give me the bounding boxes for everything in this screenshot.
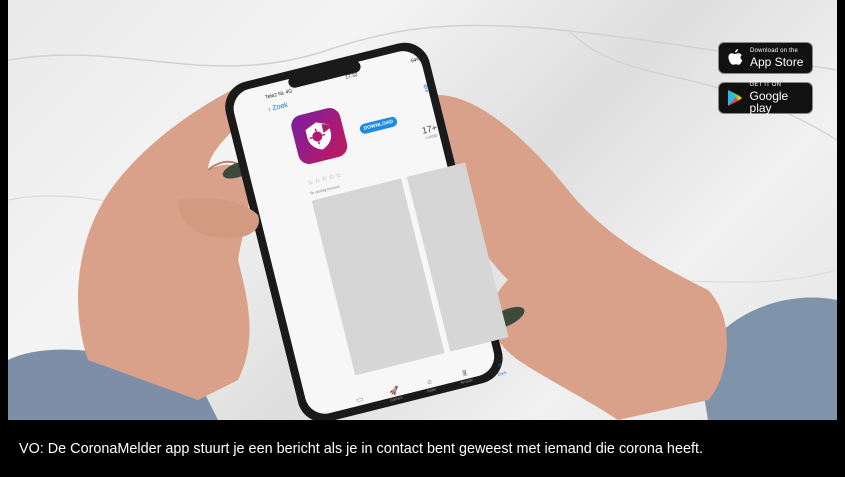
apple-icon bbox=[725, 47, 745, 69]
google-play-small-text: GET IT ON bbox=[749, 82, 782, 88]
coronamelder-app-icon[interactable] bbox=[288, 105, 350, 167]
tab-arcade[interactable]: ♜ Arcade bbox=[457, 367, 474, 386]
app-store-badge[interactable]: Download on the App Store bbox=[718, 42, 813, 74]
video-frame: Tele2 NL 4G 17:32 54% ‹ Zoek DOWNLOAD ⇪ … bbox=[0, 0, 845, 477]
store-badges: Download on the App Store GET IT ON Goog… bbox=[718, 42, 813, 114]
today-icon: ▭ bbox=[354, 394, 365, 405]
tab-apps[interactable]: ≡ Apps bbox=[424, 377, 437, 395]
status-time: 17:32 bbox=[344, 71, 359, 81]
tab-today[interactable]: ▭ bbox=[355, 394, 366, 411]
tab-label: Apps bbox=[426, 386, 437, 394]
apps-stack-icon: ≡ bbox=[426, 377, 433, 388]
back-label: Zoek bbox=[271, 101, 289, 113]
photo-background: Tele2 NL 4G 17:32 54% ‹ Zoek DOWNLOAD ⇪ … bbox=[8, 0, 837, 420]
tab-games[interactable]: 🚀 Games bbox=[387, 385, 403, 404]
age-rating: 17+ Leeftijd bbox=[421, 122, 439, 140]
subtitle-text: VO: De CoronaMelder app stuurt je een be… bbox=[19, 440, 703, 457]
app-store-small-text: Download on the bbox=[750, 48, 799, 54]
app-store-big-text: App Store bbox=[750, 55, 804, 69]
status-battery: 54% bbox=[410, 56, 422, 65]
back-search-link[interactable]: ‹ Zoek bbox=[268, 102, 289, 114]
subtitle-bar: VO: De CoronaMelder app stuurt je een be… bbox=[0, 420, 845, 477]
shield-virus-icon bbox=[305, 122, 332, 150]
share-icon[interactable]: ⇪ bbox=[421, 83, 432, 96]
search-icon: ⌕ bbox=[496, 359, 504, 370]
download-button[interactable]: DOWNLOAD bbox=[358, 115, 399, 135]
google-play-badge[interactable]: GET IT ON Google play bbox=[718, 82, 813, 114]
tab-label: Zoek bbox=[497, 369, 507, 377]
tab-search[interactable]: ⌕ Zoek bbox=[494, 359, 507, 377]
google-play-big-text: Google play bbox=[749, 89, 789, 115]
google-play-icon bbox=[725, 87, 745, 109]
status-carrier: Tele2 NL 4G bbox=[264, 88, 293, 101]
